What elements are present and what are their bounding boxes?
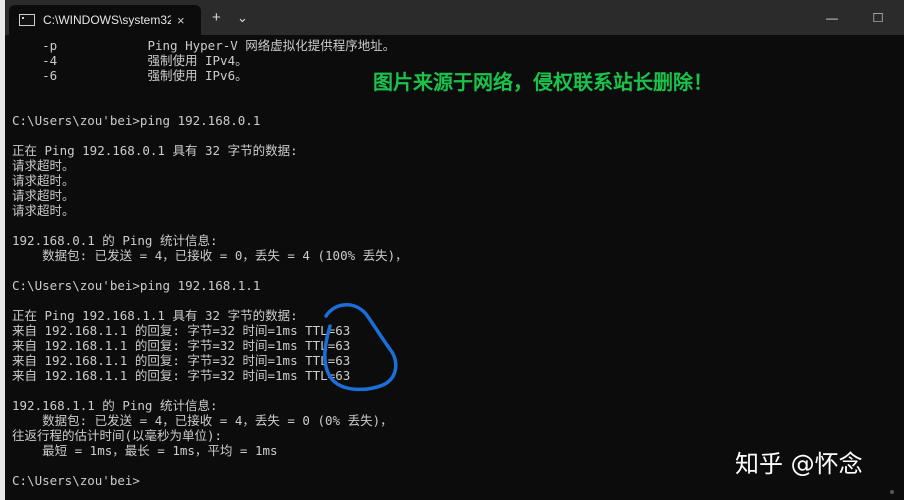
- annotation-stroke: [323, 303, 398, 392]
- handwritten-circle-annotation: [323, 303, 398, 392]
